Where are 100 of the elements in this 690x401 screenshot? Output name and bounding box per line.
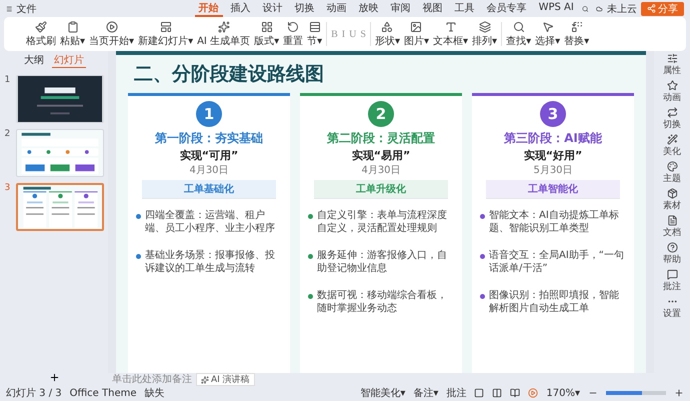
ribbon-button[interactable]: 文本框▾ (431, 20, 470, 48)
play-icon[interactable] (528, 388, 538, 398)
ribbon-tab[interactable]: 设计 (258, 0, 287, 16)
repeat-icon (666, 107, 678, 118)
grid-icon (260, 20, 273, 32)
package-icon (666, 188, 678, 199)
replace-icon (570, 20, 583, 32)
rows-icon (308, 20, 321, 32)
file-menu[interactable]: 文件 (16, 2, 37, 16)
ribbon-button[interactable]: 当页开始▾ (87, 20, 136, 48)
ribbon-button[interactable]: 形状▾ (372, 20, 402, 48)
palette-icon (666, 161, 678, 172)
sidebar-button[interactable]: 帮助 (663, 242, 681, 266)
ribbon-tab[interactable]: 插入 (226, 0, 255, 16)
slide-number: 3 (4, 183, 12, 193)
stage-point: 图像识别：拍照即填报，智能解析图片自动生成工单 (489, 289, 620, 315)
stage-heading: 第一阶段：夯实基础 (155, 130, 263, 147)
ai-speech-button[interactable]: AI 演讲稿 (196, 373, 255, 386)
stage-point: 四端全覆盖：运营端、租户端、员工小程序、业主小程序 (145, 209, 276, 235)
sidebar-button[interactable]: 动画 (663, 80, 681, 104)
grid-view-icon[interactable] (492, 388, 502, 398)
cloud-icon (596, 4, 604, 14)
sidebar-button[interactable]: 文档 (663, 215, 681, 239)
stage-number: 3 (540, 101, 566, 127)
stage-point: 自定义引擎：表单与流程深度自定义，灵活配置处理规则 (317, 209, 448, 235)
ribbon-tab[interactable]: 视图 (418, 0, 447, 16)
slide-number: 2 (4, 129, 12, 139)
ribbon-button[interactable]: 版式▾ (252, 20, 282, 48)
stage-number: 1 (196, 101, 222, 127)
stage-heading: 第三阶段：AI赋能 (504, 130, 602, 147)
sidebar-button[interactable]: 主题 (663, 161, 681, 185)
ribbon-button[interactable]: 选择▾ (533, 20, 562, 48)
zoom-level[interactable]: 170%▾ (546, 388, 580, 398)
cloud-status[interactable]: 未上云 (607, 2, 638, 16)
layout-icon (160, 20, 172, 32)
reading-view-icon[interactable] (510, 388, 520, 398)
beautify-button[interactable]: 智能美化▾ (360, 386, 406, 400)
bullet-dot (136, 254, 141, 259)
ribbon-tab[interactable]: 审阅 (386, 0, 415, 16)
stage-point: 语音交互：全局AI助手，“一句话派单/干活” (489, 249, 625, 275)
paintbrush-icon (35, 20, 47, 32)
stage-goal: 实现“易用” (352, 148, 410, 163)
sparkle-icon (201, 376, 209, 384)
stage-point: 数据可视：移动端综合看板，随时掌握业务动态 (317, 289, 448, 315)
add-slide-icon[interactable] (48, 372, 60, 383)
image-icon (410, 20, 422, 32)
sidebar-button[interactable]: 设置 (663, 296, 681, 320)
sidebar-button[interactable]: 批注 (663, 269, 681, 293)
sparkle-icon (218, 20, 230, 32)
zoom-slider[interactable] (606, 391, 666, 395)
play-icon (106, 20, 118, 32)
document-icon (666, 215, 678, 226)
ribbon-button[interactable]: 查找▾ (504, 20, 534, 48)
sidebar-button[interactable]: 美化 (663, 134, 681, 158)
stage-date: 4月30日 (189, 164, 229, 177)
normal-view-icon[interactable] (474, 388, 484, 398)
bullet-dot (480, 214, 485, 219)
ribbon-tab[interactable]: 会员专享 (482, 0, 531, 16)
stage-tag: 工单升级化 (314, 180, 448, 199)
text-icon (444, 20, 457, 32)
panel-tab[interactable]: 大纲 (22, 52, 46, 68)
search-icon[interactable] (582, 4, 588, 14)
ribbon-button[interactable]: 粘贴▾ (58, 20, 88, 48)
star-icon (666, 80, 678, 91)
ribbon-button[interactable]: 图片▾ (402, 20, 431, 48)
stage-date: 5月30日 (533, 164, 573, 177)
sidebar-button[interactable]: 切换 (663, 107, 681, 131)
comments-button[interactable]: 批注 (446, 386, 466, 400)
ribbon-tab[interactable]: 切换 (290, 0, 319, 16)
ribbon-button[interactable]: 新建幻灯片▾ (136, 20, 196, 48)
stage-tag: 工单智能化 (486, 180, 620, 199)
stage-point: 智能文本：AI自动提炼工单标题、智能识别工单类型 (489, 209, 620, 235)
layers-icon (478, 20, 491, 32)
ribbon-tab[interactable]: WPS AI (534, 0, 578, 16)
reset-icon (287, 20, 300, 32)
zoom-in-icon[interactable] (674, 388, 684, 398)
ribbon-button[interactable]: 格式刷 (24, 20, 58, 48)
ribbon-button[interactable]: 替换▾ (562, 20, 592, 48)
notes-button[interactable]: 备注▾ (413, 386, 438, 400)
stage-tag: 工单基础化 (142, 180, 276, 199)
sliders-icon (666, 53, 678, 64)
ribbon-button[interactable]: 排列▾ (470, 20, 500, 48)
search-icon (512, 20, 525, 32)
stage-heading: 第二阶段：灵活配置 (327, 130, 435, 147)
missing-font[interactable]: 缺失 (144, 386, 165, 400)
ribbon-button[interactable]: 重置 (281, 20, 306, 48)
slide-number: 1 (4, 75, 12, 85)
ribbon-tab[interactable]: 动画 (322, 0, 351, 16)
bullet-dot (308, 254, 313, 259)
pointer-icon (542, 20, 554, 32)
ribbon-tab[interactable]: 工具 (450, 0, 479, 16)
stage-goal: 实现“好用” (524, 148, 582, 163)
theme-name[interactable]: Office Theme (70, 388, 137, 398)
sidebar-button[interactable]: 属性 (663, 53, 681, 77)
slide-count: 幻灯片 3 / 3 (6, 386, 62, 400)
ribbon-button[interactable]: AI 生成单页 (195, 20, 252, 48)
stage-point: 服务延伸：游客报修入口，自助登记物业信息 (317, 249, 448, 275)
sidebar-button[interactable]: 素材 (663, 188, 681, 212)
ribbon-tab[interactable]: 放映 (354, 0, 383, 16)
ribbon-button[interactable]: 节▾ (305, 20, 324, 48)
